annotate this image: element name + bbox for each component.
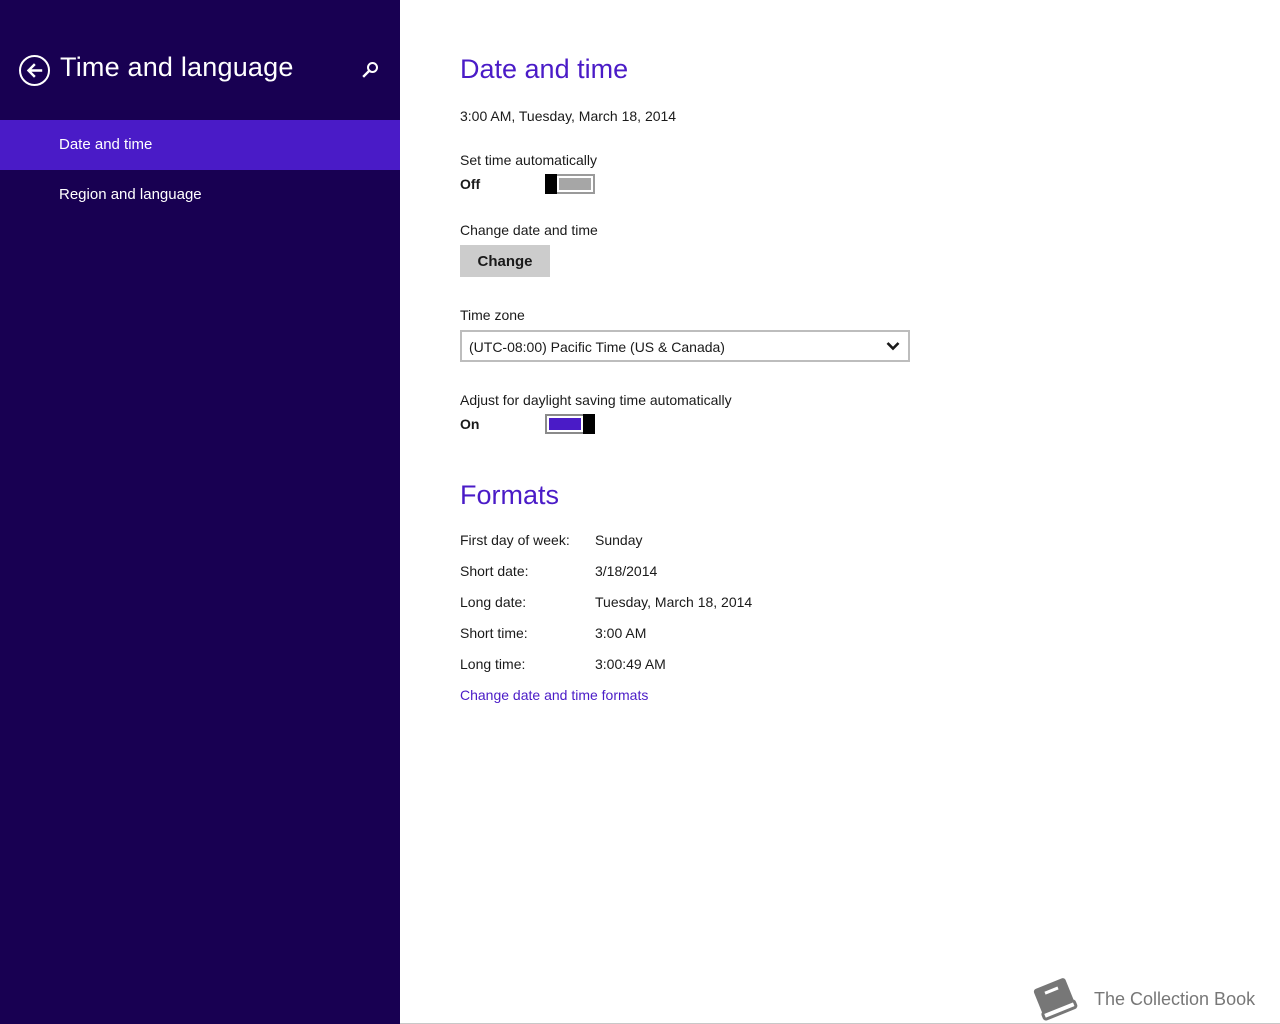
chevron-down-icon [886, 342, 900, 351]
formats-heading: Formats [460, 480, 560, 510]
change-formats-link[interactable]: Change date and time formats [460, 687, 648, 703]
set-time-auto-label: Set time automatically [460, 152, 597, 168]
settings-app: Time and language Date and time Region a… [0, 0, 1280, 1024]
search-icon [362, 62, 378, 78]
format-label-short-time: Short time: [460, 625, 528, 641]
search-button[interactable] [361, 60, 381, 80]
set-time-auto-toggle[interactable] [545, 174, 595, 194]
set-time-auto-state: Off [460, 176, 481, 192]
date-and-time-heading: Date and time [460, 54, 629, 84]
back-button[interactable] [19, 55, 50, 86]
format-label-long-time: Long time: [460, 656, 526, 672]
change-date-time-label: Change date and time [460, 222, 598, 238]
format-value-short-time: 3:00 AM [595, 625, 647, 641]
back-arrow-icon [26, 63, 43, 78]
current-date-time: 3:00 AM, Tuesday, March 18, 2014 [460, 108, 677, 124]
format-label-first-day: First day of week: [460, 532, 570, 548]
toggle-track [549, 418, 581, 430]
format-value-long-date: Tuesday, March 18, 2014 [595, 594, 753, 610]
watermark-text: The Collection Book [1094, 989, 1256, 1009]
time-zone-label: Time zone [460, 307, 525, 323]
watermark: The Collection Book [1028, 974, 1278, 1024]
format-label-long-date: Long date: [460, 594, 527, 610]
change-button[interactable]: Change [460, 245, 550, 277]
time-zone-value: (UTC-08:00) Pacific Time (US & Canada) [469, 339, 725, 355]
format-label-short-date: Short date: [460, 563, 529, 579]
toggle-track [559, 178, 591, 190]
book-icon [1033, 978, 1078, 1021]
format-value-long-time: 3:00:49 AM [595, 656, 666, 672]
dst-toggle[interactable] [545, 414, 595, 434]
sidebar-item-date-and-time[interactable]: Date and time [0, 120, 400, 170]
sidebar-header: Time and language [0, 0, 400, 120]
toggle-thumb [545, 174, 557, 194]
time-zone-dropdown[interactable]: (UTC-08:00) Pacific Time (US & Canada) [460, 330, 910, 362]
toggle-thumb [583, 414, 595, 434]
sidebar-title: Time and language [60, 52, 294, 82]
sidebar-item-label: Region and language [59, 186, 202, 203]
format-value-first-day: Sunday [595, 532, 643, 548]
sidebar-item-label: Date and time [59, 136, 153, 153]
format-value-short-date: 3/18/2014 [595, 563, 658, 579]
sidebar: Time and language Date and time Region a… [0, 0, 400, 1024]
dst-label: Adjust for daylight saving time automati… [460, 392, 732, 408]
dst-state: On [460, 416, 480, 432]
sidebar-item-region-and-language[interactable]: Region and language [0, 170, 400, 220]
main-content: Date and time 3:00 AM, Tuesday, March 18… [400, 0, 1280, 1024]
